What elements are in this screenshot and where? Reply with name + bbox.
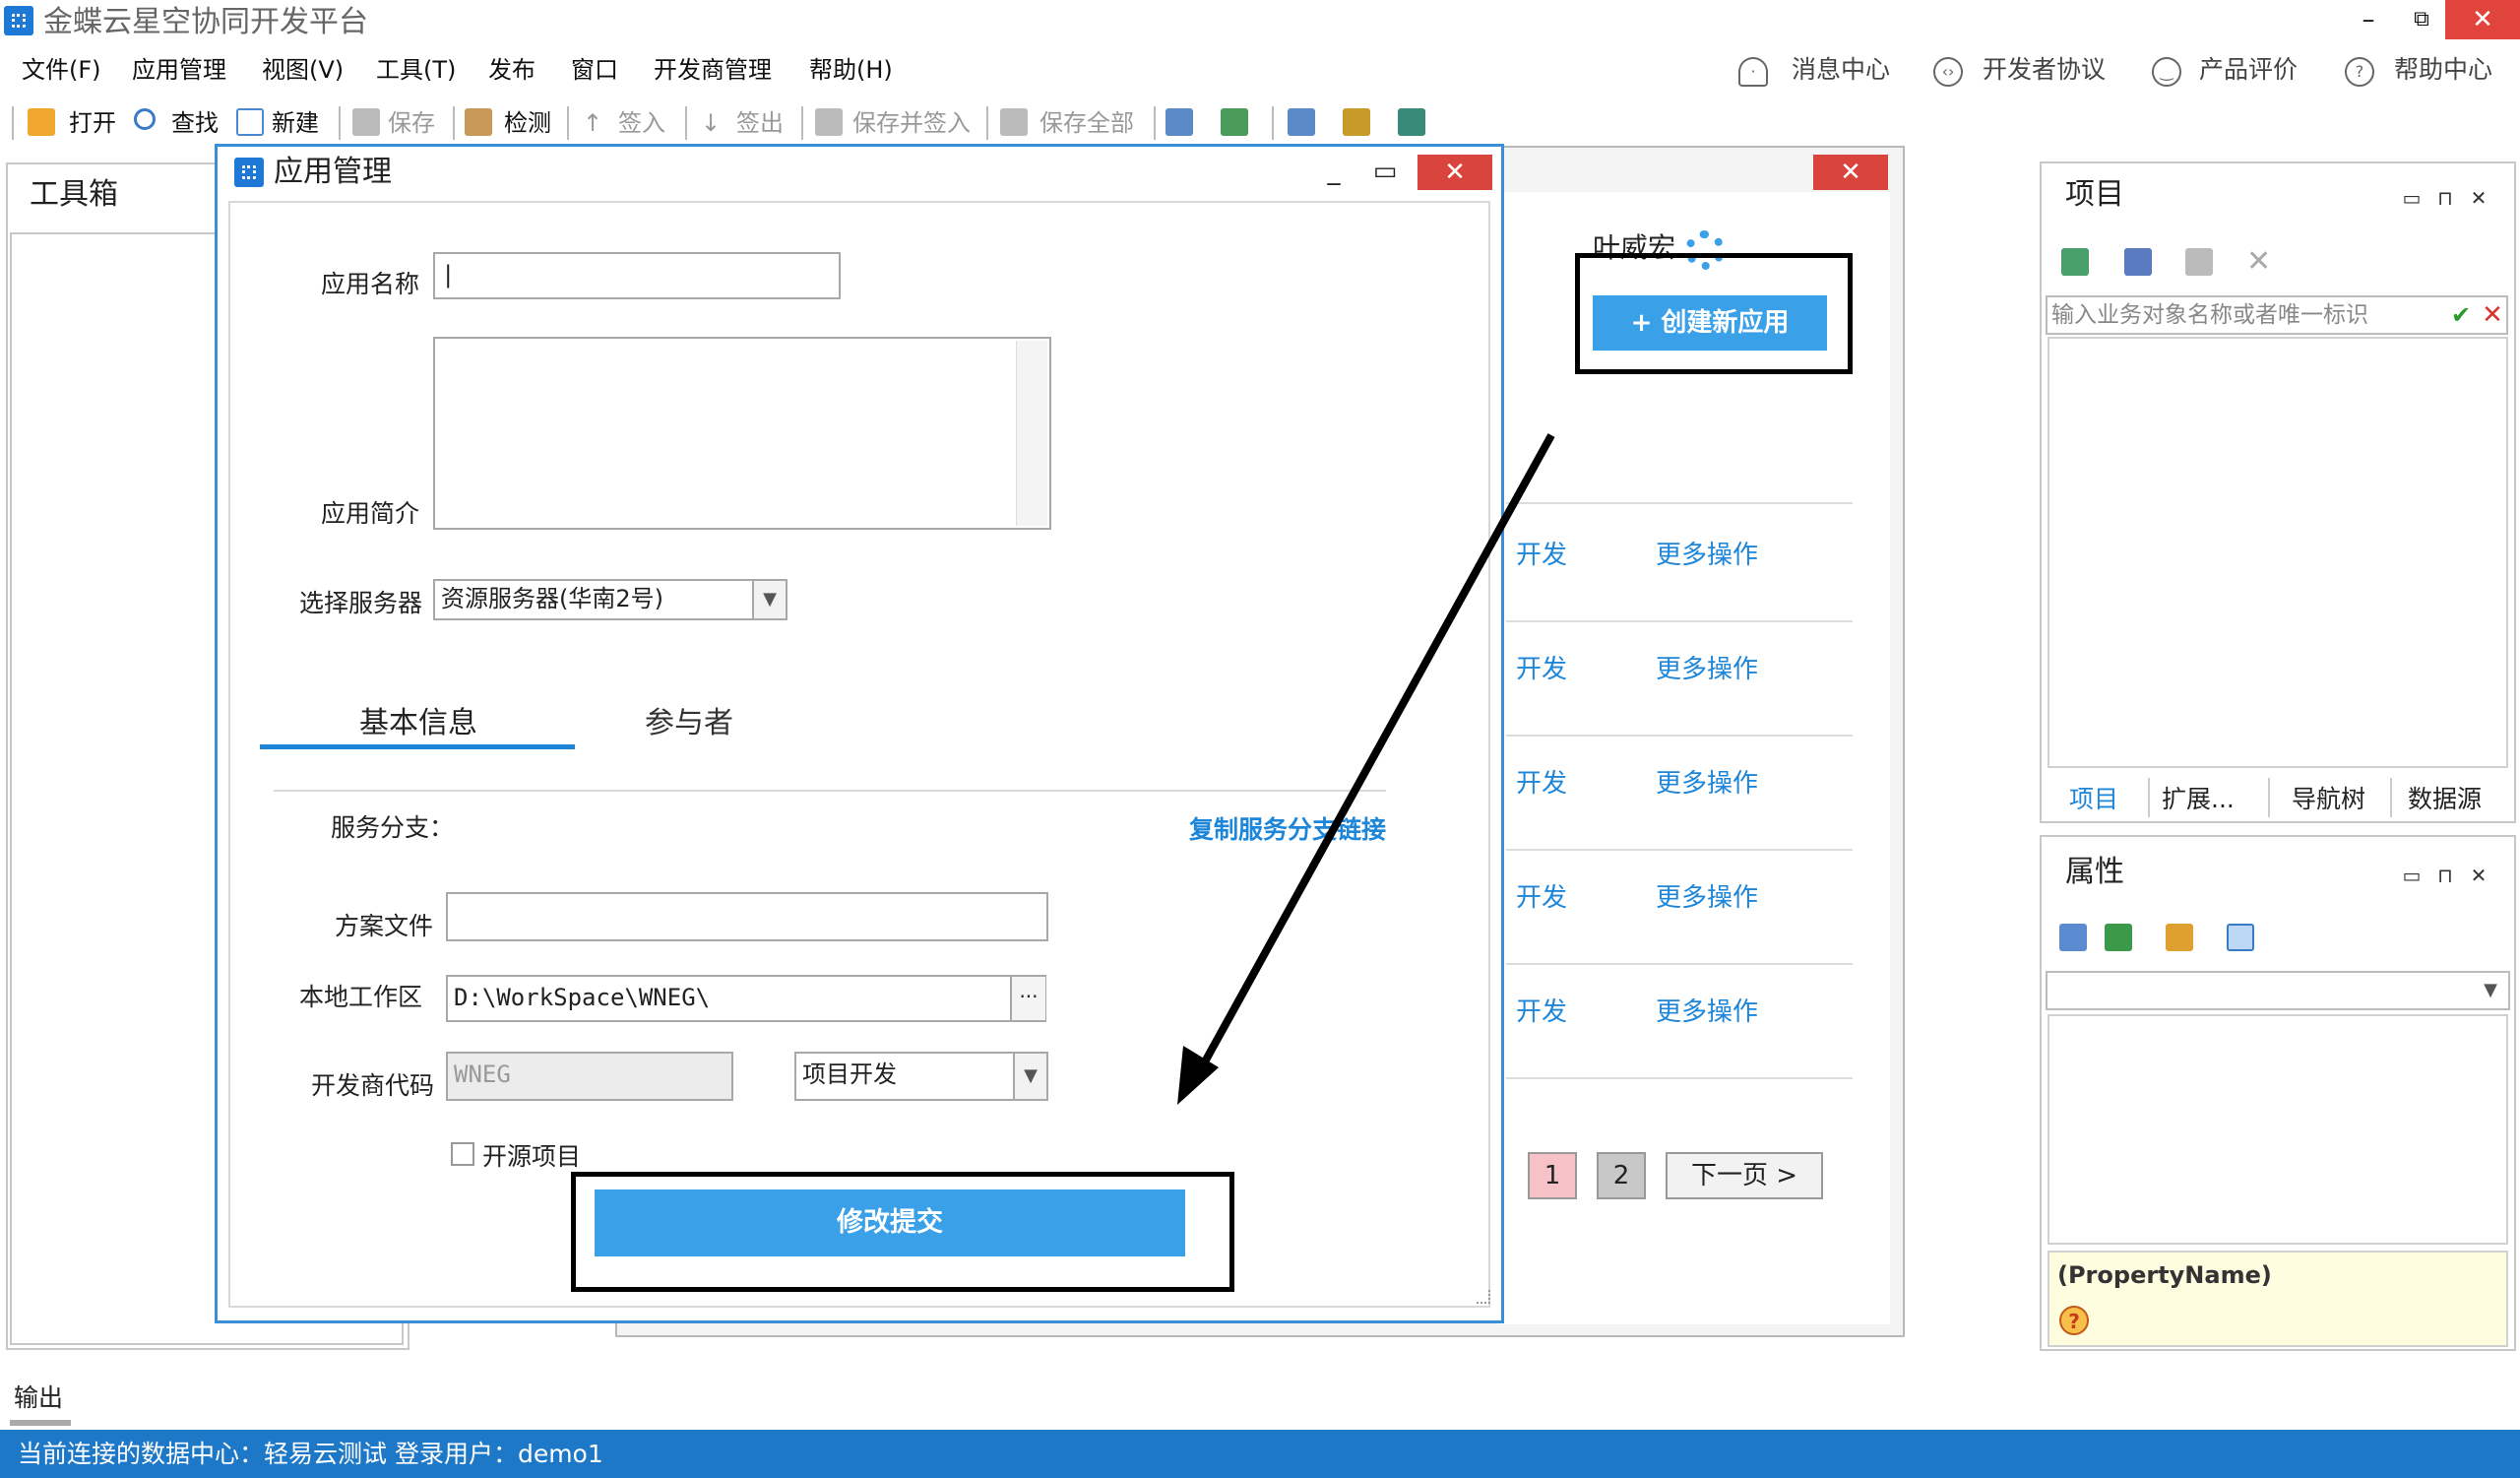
close-icon[interactable]: ✕ — [2467, 861, 2490, 890]
paste-icon[interactable] — [2185, 248, 2213, 276]
chevron-down-icon[interactable]: ▼ — [2473, 973, 2508, 1008]
tab-separator — [2390, 778, 2392, 817]
cancel-icon[interactable]: ✕ — [2479, 297, 2506, 333]
events-icon[interactable] — [2227, 924, 2254, 951]
project-search-input[interactable]: 输入业务对象名称或者唯一标识 — [2046, 295, 2508, 335]
close-icon[interactable]: ✕ — [2467, 183, 2490, 213]
tab-extension[interactable]: 扩展... — [2162, 780, 2235, 819]
sort-alpha-icon[interactable] — [2105, 924, 2132, 951]
property-panel-title: 属性 — [2065, 855, 2124, 889]
tab-project[interactable]: 项目 — [2069, 780, 2118, 819]
tab-data-source[interactable]: 数据源 — [2408, 780, 2482, 819]
property-name: (PropertyName) — [2057, 1261, 2272, 1289]
categorized-icon[interactable] — [2059, 924, 2087, 951]
property-pages-icon[interactable] — [2166, 924, 2193, 951]
tab-separator — [2268, 778, 2270, 817]
arrow-shaft — [1189, 433, 1555, 1085]
output-tab[interactable]: 输出 — [14, 1381, 63, 1416]
float-icon[interactable]: ▭ — [2400, 183, 2424, 213]
project-tree[interactable] — [2048, 337, 2508, 768]
status-text: 当前连接的数据中心：轻易云测试 登录用户：demo1 — [18, 1440, 603, 1468]
property-grid[interactable] — [2048, 1014, 2508, 1245]
tab-nav-tree[interactable]: 导航树 — [2292, 780, 2365, 819]
confirm-icon[interactable]: ✔ — [2447, 297, 2475, 333]
refresh-icon[interactable] — [2061, 248, 2089, 276]
delete-icon[interactable]: ✕ — [2246, 244, 2271, 279]
output-tab-indicator — [10, 1420, 71, 1426]
windows-icon[interactable] — [2124, 248, 2152, 276]
float-icon[interactable]: ▭ — [2400, 861, 2424, 890]
tab-separator — [2148, 778, 2150, 817]
pin-icon[interactable]: ⊓ — [2433, 183, 2457, 213]
project-panel-title: 项目 — [2065, 177, 2124, 212]
pin-icon[interactable]: ⊓ — [2433, 861, 2457, 890]
object-select[interactable] — [2046, 971, 2510, 1010]
help-icon: ? — [2059, 1306, 2089, 1335]
